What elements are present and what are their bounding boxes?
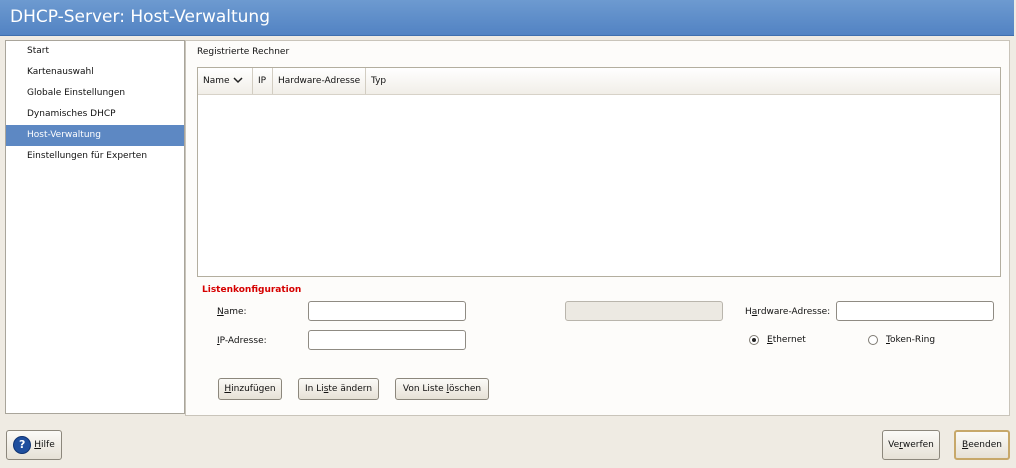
hw-label-pre: H (745, 307, 752, 317)
sidebar-item-host-verwaltung[interactable]: Host-Verwaltung (6, 125, 184, 146)
delete-pre: Von Liste (402, 384, 447, 394)
column-header-name[interactable]: Name (198, 68, 253, 94)
column-header-name-label: Name (203, 76, 230, 86)
help-button[interactable]: ? Hilfe (6, 430, 62, 460)
title-bar: DHCP-Server: Host-Verwaltung (0, 0, 1014, 36)
main-panel: Registrierte Rechner Name IP Hardware-Ad… (185, 40, 1010, 416)
help-rest: ilfe (41, 440, 55, 450)
column-header-typ[interactable]: Typ (366, 68, 1000, 94)
name-input[interactable] (308, 301, 466, 321)
sidebar-item-start[interactable]: Start (6, 41, 184, 62)
column-header-hardware[interactable]: Hardware-Adresse (273, 68, 366, 94)
add-rest: inzufügen (231, 384, 276, 394)
sidebar-tree[interactable]: Start Kartenauswahl Globale Einstellunge… (5, 40, 185, 414)
table-header: Name IP Hardware-Adresse Typ (198, 68, 1000, 95)
delete-rest: öschen (449, 384, 482, 394)
token-ring-label[interactable]: Token-Ring (886, 335, 935, 345)
token-ring-rest: oken-Ring (889, 335, 936, 345)
change-in-list-button[interactable]: In Liste ändern (298, 378, 379, 400)
name-label: Name: (217, 307, 247, 317)
help-mnemonic: H (34, 440, 42, 450)
ip-label-rest: P-Adresse: (219, 336, 267, 346)
finish-button[interactable]: Beenden (954, 430, 1010, 460)
window-title: DHCP-Server: Host-Verwaltung (10, 7, 270, 27)
ip-label: IP-Adresse: (217, 336, 267, 346)
hardware-address-label: Hardware-Adresse: (745, 307, 830, 317)
delete-from-list-button[interactable]: Von Liste löschen (395, 378, 489, 400)
hosts-table[interactable]: Name IP Hardware-Adresse Typ (197, 67, 1001, 277)
help-icon: ? (13, 435, 32, 454)
sidebar-item-einstellungen-experten[interactable]: Einstellungen für Experten (6, 146, 184, 167)
discard-button[interactable]: Verwerfen (882, 430, 940, 460)
hw-label-rest: rdware-Adresse: (757, 307, 831, 317)
name-label-rest: ame: (223, 307, 247, 317)
registered-hosts-label: Registrierte Rechner (197, 47, 290, 57)
token-ring-radio[interactable] (868, 335, 878, 345)
ethernet-radio[interactable] (749, 335, 759, 345)
column-header-ip[interactable]: IP (253, 68, 273, 94)
ip-address-input[interactable] (308, 330, 466, 350)
change-rest: te ändern (328, 384, 373, 394)
sidebar-item-globale-einstellungen[interactable]: Globale Einstellungen (6, 83, 184, 104)
disabled-field (565, 301, 723, 321)
add-button[interactable]: Hinzufügen (218, 378, 282, 400)
discard-rest: werfen (902, 440, 934, 450)
ethernet-label[interactable]: Ethernet (767, 335, 806, 345)
hardware-address-input[interactable] (836, 301, 994, 321)
sidebar-item-kartenauswahl[interactable]: Kartenauswahl (6, 62, 184, 83)
chevron-down-icon (233, 77, 243, 84)
list-config-title: Listenkonfiguration (202, 285, 302, 295)
sidebar-item-dynamisches-dhcp[interactable]: Dynamisches DHCP (6, 104, 184, 125)
finish-rest: eenden (968, 440, 1002, 450)
change-pre: In Li (304, 384, 324, 394)
ethernet-rest: thernet (772, 335, 806, 345)
discard-pre: Ve (888, 440, 900, 450)
name-label-mnemonic: N (217, 307, 224, 317)
